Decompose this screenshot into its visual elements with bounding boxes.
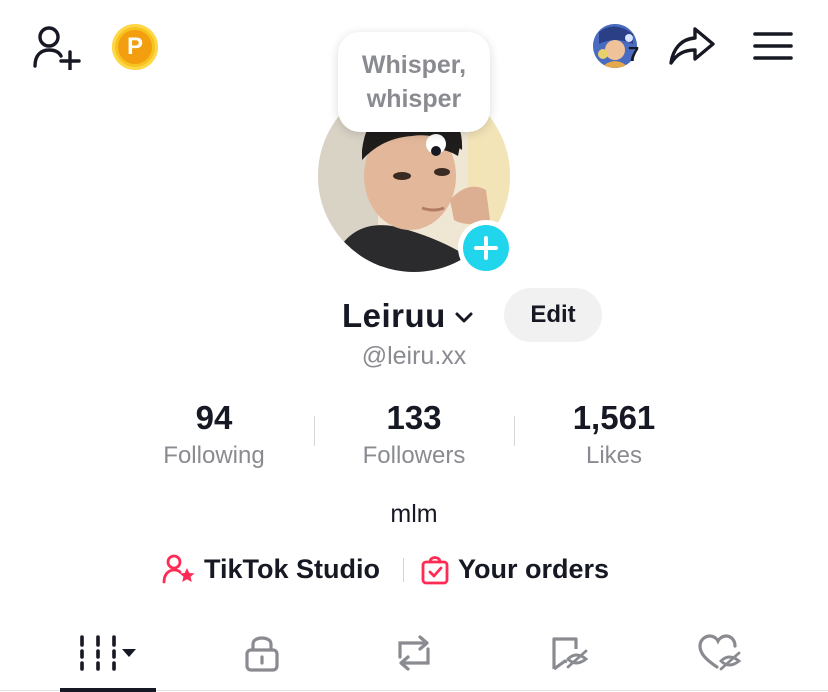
stat-following[interactable]: 94 Following bbox=[114, 398, 314, 472]
your-orders-link[interactable]: Your orders bbox=[420, 550, 609, 588]
friend-activity-button[interactable]: 7 bbox=[584, 20, 646, 72]
points-button[interactable]: P bbox=[108, 22, 162, 72]
share-profile-button[interactable] bbox=[662, 20, 722, 72]
stat-value: 1,561 bbox=[572, 399, 656, 436]
coin-p-icon: P bbox=[112, 24, 158, 70]
note-bubble[interactable]: Whisper, whisper bbox=[338, 32, 490, 132]
active-tab-indicator bbox=[60, 688, 156, 692]
tab-reposts[interactable] bbox=[364, 620, 464, 686]
account-switcher[interactable]: Leiruu bbox=[342, 294, 474, 338]
stat-label: Followers bbox=[362, 442, 466, 469]
liked-icon bbox=[698, 634, 742, 671]
add-friend-button[interactable] bbox=[28, 22, 84, 72]
tab-private[interactable] bbox=[212, 620, 312, 686]
tiktok-studio-link[interactable]: TikTok Studio bbox=[162, 550, 380, 588]
creator-star-icon bbox=[162, 554, 195, 584]
tab-videos[interactable] bbox=[58, 620, 158, 686]
repost-icon bbox=[398, 635, 430, 671]
note-bubble-dot bbox=[431, 146, 441, 156]
profile-page: P 7 Whisper, whisper Leiruu Edit @leiru.… bbox=[0, 0, 828, 692]
coin-letter: P bbox=[118, 30, 152, 64]
stat-followers[interactable]: 133 Followers bbox=[314, 398, 514, 472]
profile-bio: mlm bbox=[390, 500, 438, 528]
plus-icon bbox=[463, 225, 509, 271]
display-name: Leiruu bbox=[342, 297, 446, 334]
tab-saved[interactable] bbox=[518, 620, 618, 686]
person-plus-icon bbox=[33, 26, 81, 70]
edit-profile-button[interactable]: Edit bbox=[504, 288, 602, 342]
chevron-down-icon bbox=[455, 312, 473, 323]
link-divider bbox=[403, 558, 404, 582]
tab-liked[interactable] bbox=[670, 620, 770, 686]
hamburger-menu-icon bbox=[753, 32, 793, 60]
friend-notification-count: 7 bbox=[628, 44, 640, 66]
stat-label: Following bbox=[163, 442, 265, 469]
share-arrow-icon bbox=[669, 27, 715, 65]
username-handle: @leiru.xx bbox=[361, 342, 467, 370]
note-bubble-text: Whisper, whisper bbox=[361, 51, 467, 113]
shopping-bag-icon bbox=[421, 556, 449, 585]
lock-icon bbox=[245, 636, 279, 672]
saved-icon bbox=[552, 637, 589, 671]
your-orders-label: Your orders bbox=[458, 553, 610, 584]
stat-value: 133 bbox=[386, 399, 442, 436]
menu-button[interactable] bbox=[746, 22, 800, 70]
stat-value: 94 bbox=[195, 399, 233, 436]
tiktok-studio-label: TikTok Studio bbox=[204, 553, 381, 584]
stat-label: Likes bbox=[585, 442, 643, 469]
add-story-button[interactable] bbox=[458, 220, 514, 276]
stat-likes[interactable]: 1,561 Likes bbox=[514, 398, 714, 472]
videos-grid-icon bbox=[80, 635, 136, 671]
